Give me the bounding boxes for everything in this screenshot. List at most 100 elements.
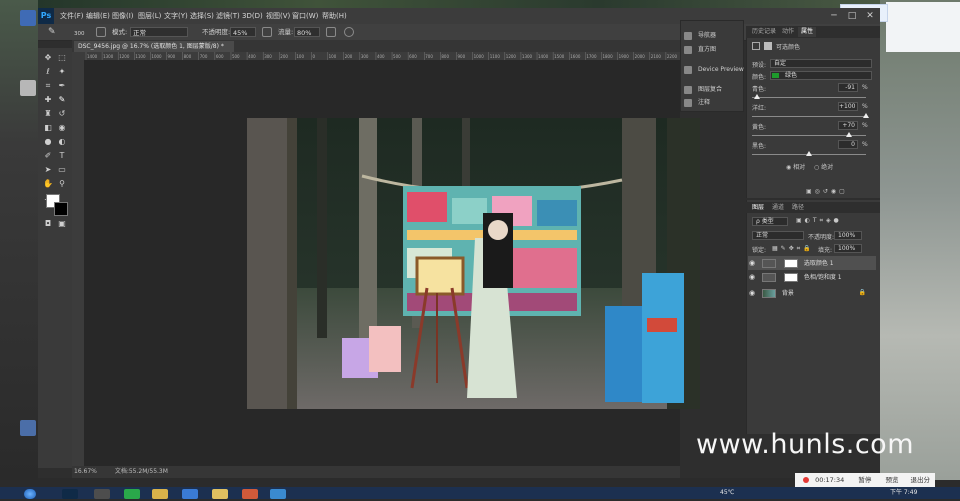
mask-thumb[interactable] (783, 259, 798, 268)
brush-tool-icon[interactable]: ✎ (56, 94, 68, 105)
eye-icon[interactable]: ◉ (748, 270, 756, 284)
menu-edit[interactable]: 编辑(E) (86, 8, 110, 24)
start-button[interactable] (24, 489, 36, 499)
menu-help[interactable]: 帮助(H) (322, 8, 347, 24)
colors-select[interactable]: 绿色 (770, 71, 872, 80)
taskbar-browser[interactable] (182, 489, 198, 499)
minimize-button[interactable]: ─ (826, 8, 842, 24)
quick-mask-icon[interactable]: ◘ (42, 218, 54, 229)
properties-footer-icons[interactable]: ▣◎↺◉▢ (806, 188, 848, 195)
magenta-slider-knob[interactable] (863, 113, 869, 118)
desktop-icon[interactable] (20, 80, 36, 96)
opacity-input[interactable]: 45% (230, 27, 256, 37)
radio-relative[interactable]: ◉ 相对 (786, 162, 805, 171)
cyan-slider-knob[interactable] (754, 94, 761, 99)
clock[interactable]: 下午 7:49 (890, 487, 917, 499)
tab-paths[interactable]: 路径 (792, 203, 804, 213)
histogram-panel-button[interactable]: 直方图 (684, 44, 716, 56)
taskbar-photoshop[interactable] (62, 489, 78, 499)
mode-select[interactable]: 正常 (130, 27, 188, 37)
magenta-input[interactable]: +100 (838, 102, 858, 111)
mask-icon[interactable] (764, 42, 772, 50)
maximize-button[interactable]: □ (844, 8, 860, 24)
taskbar-wechat[interactable] (124, 489, 140, 499)
brush-size[interactable]: 300 (74, 24, 85, 40)
crop-tool-icon[interactable]: ⌗ (42, 80, 54, 91)
history-brush-icon[interactable]: ↺ (56, 108, 68, 119)
yellow-input[interactable]: +70 (838, 121, 858, 130)
taskbar-app[interactable] (270, 489, 286, 499)
cyan-input[interactable]: -91 (838, 83, 858, 92)
eyedropper-tool-icon[interactable]: ✒ (56, 80, 68, 91)
marquee-tool-icon[interactable]: ⬚ (56, 52, 68, 63)
tab-channels[interactable]: 通道 (772, 203, 784, 213)
black-input[interactable]: 0 (838, 140, 858, 149)
yellow-slider-knob[interactable] (845, 132, 852, 137)
layer-comps-button[interactable]: 图层复合 (684, 84, 722, 96)
pressure-size-icon[interactable] (344, 27, 354, 37)
menu-filter[interactable]: 滤镜(T) (216, 8, 240, 24)
black-slider-knob[interactable] (806, 151, 812, 156)
close-button[interactable]: ✕ (862, 8, 878, 24)
layer-row[interactable]: ◉ 背景 🔒 (748, 286, 876, 300)
tab-properties[interactable]: 属性 (798, 27, 817, 37)
device-preview-button[interactable]: Device Preview (684, 64, 744, 76)
menu-type[interactable]: 文字(Y) (164, 8, 188, 24)
desktop-icon[interactable] (20, 420, 36, 436)
pause-button[interactable]: 暂停 (858, 476, 871, 484)
type-tool-icon[interactable]: T (56, 150, 68, 161)
eye-icon[interactable]: ◉ (748, 256, 756, 270)
tab-layers[interactable]: 图层 (752, 203, 764, 213)
menu-select[interactable]: 选择(S) (190, 8, 214, 24)
stamp-tool-icon[interactable]: ♜ (42, 108, 54, 119)
document-tab[interactable]: DSC_9456.jpg @ 16.7% (选取颜色 1, 图层蒙版/8) * … (74, 41, 234, 61)
navigator-panel-button[interactable]: 导航器 (684, 30, 716, 42)
move-tool-icon[interactable]: ✥ (42, 52, 54, 63)
zoom-level[interactable]: 16.67% (74, 468, 97, 475)
taskbar-app[interactable] (152, 489, 168, 499)
taskbar-folder[interactable] (212, 489, 228, 499)
mask-thumb[interactable] (783, 273, 798, 282)
airbrush-icon[interactable] (326, 27, 336, 37)
tab-actions[interactable]: 动作 (782, 27, 794, 37)
menu-file[interactable]: 文件(F) (60, 8, 84, 24)
preset-select[interactable]: 自定 (770, 59, 872, 68)
brush-panel-icon[interactable] (96, 27, 106, 37)
eye-icon[interactable]: ◉ (748, 286, 756, 300)
pen-tool-icon[interactable]: ✐ (42, 150, 54, 161)
path-select-icon[interactable]: ➤ (42, 164, 54, 175)
desktop-icon[interactable] (20, 10, 36, 26)
pressure-opacity-icon[interactable] (262, 27, 272, 37)
menu-window[interactable]: 窗口(W) (292, 8, 318, 24)
brush-tool-icon[interactable]: ✎ (48, 24, 56, 40)
menu-view[interactable]: 视图(V) (266, 8, 290, 24)
eraser-tool-icon[interactable]: ◧ (42, 122, 54, 133)
bucket-tool-icon[interactable]: ◉ (56, 122, 68, 133)
blur-tool-icon[interactable]: ● (42, 136, 54, 147)
layer-filter-select[interactable]: ρ 类型 (752, 217, 788, 226)
layer-row[interactable]: ◉ 选取颜色 1 (748, 256, 876, 270)
radio-absolute[interactable]: ○ 绝对 (814, 162, 833, 171)
menu-3d[interactable]: 3D(D) (242, 8, 263, 24)
preview-button[interactable]: 预览 (885, 476, 898, 484)
menu-layer[interactable]: 图层(L) (138, 8, 161, 24)
dodge-tool-icon[interactable]: ◐ (56, 136, 68, 147)
shape-tool-icon[interactable]: ▭ (56, 164, 68, 175)
taskbar-app[interactable] (94, 489, 110, 499)
hand-tool-icon[interactable]: ✋ (42, 178, 54, 189)
tab-history[interactable]: 历史记录 (752, 27, 776, 37)
document-image[interactable] (247, 118, 700, 409)
flow-input[interactable]: 80% (294, 27, 320, 37)
healing-tool-icon[interactable]: ✚ (42, 94, 54, 105)
layer-filter-icons[interactable]: ▣◐T⌗◈● (796, 217, 842, 225)
lock-icons[interactable]: ▦✎✥⌗🔒 (772, 245, 814, 253)
layer-row[interactable]: ◉ 色相/饱和度 1 (748, 270, 876, 284)
magic-wand-tool-icon[interactable]: ✦ (56, 66, 68, 77)
lasso-tool-icon[interactable]: ℓ (42, 66, 54, 77)
screen-mode-icon[interactable]: ▣ (56, 218, 68, 229)
zoom-tool-icon[interactable]: ⚲ (56, 178, 68, 189)
fill-input[interactable]: 100% (834, 244, 862, 253)
blend-mode-select[interactable]: 正常 (752, 231, 804, 240)
layer-opacity-input[interactable]: 100% (834, 231, 862, 240)
taskbar-app[interactable] (242, 489, 258, 499)
